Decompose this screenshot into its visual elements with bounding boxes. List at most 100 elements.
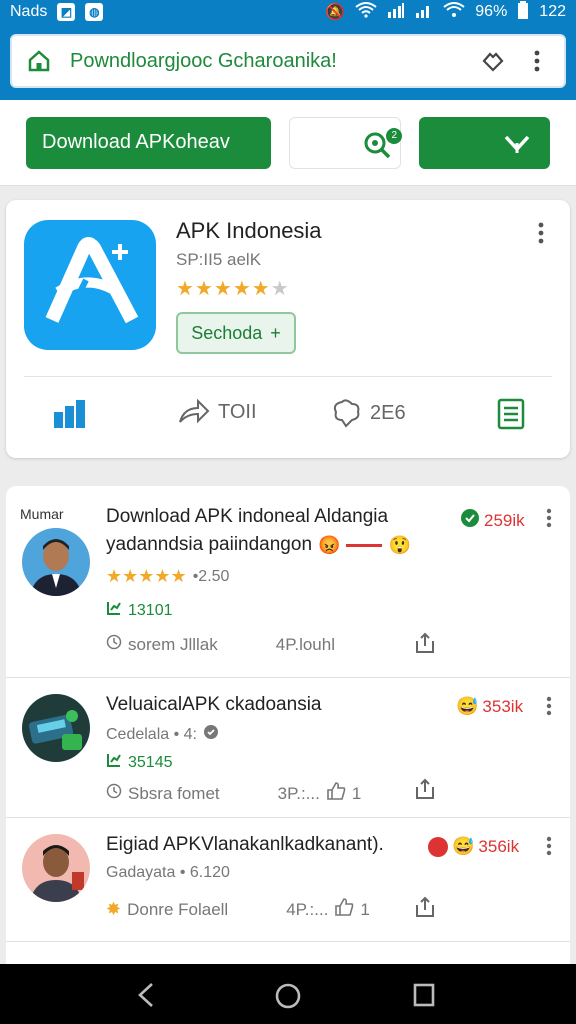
chart-icon bbox=[106, 600, 122, 621]
emoji-icon: 😅 bbox=[452, 836, 475, 856]
app-title: APK Indonesia bbox=[176, 218, 322, 243]
item-title-text: Eigiad APKVlanakanlkadkanant). bbox=[106, 834, 384, 855]
item-rating: ★★★★★ •2.50 bbox=[106, 566, 229, 587]
star-icon: ★ bbox=[194, 278, 214, 300]
download-apk-button[interactable]: Download APKoheav bbox=[26, 116, 272, 169]
stat-value: 35145 bbox=[128, 753, 173, 771]
star-icon: ★ bbox=[213, 278, 233, 300]
share-icon[interactable] bbox=[414, 778, 436, 805]
emoji-icon: 😡 bbox=[318, 534, 341, 555]
browser-menu-icon[interactable] bbox=[524, 50, 550, 72]
status-bar: Nads ◩ ◍ 🔕 96% 122 bbox=[0, 0, 576, 24]
item-title-line2[interactable]: yadanndsia paiindangon 😡 😲 bbox=[106, 534, 411, 556]
sun-icon: ✸ bbox=[106, 899, 122, 919]
status-left-text: Nads bbox=[10, 3, 48, 20]
install-button[interactable]: Sechoda + bbox=[176, 312, 296, 354]
like-count: 1 bbox=[360, 899, 370, 919]
like-icon[interactable] bbox=[334, 898, 354, 921]
avatar bbox=[22, 528, 90, 596]
avatar bbox=[22, 694, 90, 762]
clock: 122 bbox=[539, 3, 566, 20]
clock-icon bbox=[106, 634, 122, 655]
home-icon[interactable] bbox=[26, 49, 52, 73]
item-meta: Gadayata • 6.120 bbox=[106, 864, 230, 882]
share-icon[interactable] bbox=[414, 632, 436, 659]
wifi-icon bbox=[355, 1, 377, 23]
avatar bbox=[22, 834, 90, 902]
app-menu-icon[interactable] bbox=[538, 222, 544, 248]
app-notification-icon: ◍ bbox=[85, 3, 104, 21]
meta-text: Gadayata • 6.120 bbox=[106, 864, 230, 881]
item-footer: sorem Jlllak 4P.louhl bbox=[106, 634, 335, 655]
chat-icon bbox=[460, 508, 480, 533]
footer-source: sorem Jlllak bbox=[128, 634, 218, 654]
rating-stars: ★★★★★ bbox=[106, 566, 187, 586]
share-icon bbox=[179, 398, 210, 424]
feed-list: Mumar Download APK indoneal Aldangia yad… bbox=[6, 486, 570, 964]
app-logo bbox=[24, 220, 156, 350]
dropdown-button[interactable] bbox=[419, 116, 550, 169]
dash-line bbox=[346, 543, 383, 547]
feed-header: Mumar bbox=[20, 506, 64, 522]
item-title[interactable]: Eigiad APKVlanakanlkadkanant). bbox=[106, 834, 384, 856]
system-nav-bar bbox=[0, 964, 576, 1024]
list-item[interactable]: Eigiad APKVlanakanlkadkanant). Gadayata … bbox=[6, 818, 570, 942]
item-menu-icon[interactable] bbox=[546, 508, 552, 532]
url-field[interactable]: Powndloargjooc Gcharoanika! bbox=[10, 34, 566, 88]
browser-bar: Powndloargjooc Gcharoanika! bbox=[0, 24, 576, 100]
app-rating-stars: ★★★★★★ bbox=[176, 276, 290, 301]
emoji-icon: 😲 bbox=[388, 534, 411, 555]
item-meta: Cedelala • 4: bbox=[106, 724, 219, 745]
item-menu-icon[interactable] bbox=[546, 696, 552, 720]
red-dot-icon bbox=[428, 836, 448, 857]
battery-icon bbox=[517, 0, 529, 24]
install-label: Sechoda bbox=[191, 322, 263, 343]
url-text[interactable]: Powndloargjooc Gcharoanika! bbox=[70, 50, 462, 73]
thumbs-up-icon bbox=[54, 400, 85, 428]
notification-icon: ◩ bbox=[57, 3, 76, 21]
react-button[interactable]: 2E6 bbox=[330, 398, 406, 428]
chart-icon bbox=[106, 752, 122, 773]
list-item[interactable]: Mumar Download APK indoneal Aldangia yad… bbox=[6, 486, 570, 678]
home-circle-icon[interactable] bbox=[274, 982, 302, 1015]
share-label: TOII bbox=[218, 400, 257, 423]
item-title[interactable]: Download APK indoneal Aldangia bbox=[106, 506, 388, 528]
badge-icon bbox=[203, 724, 219, 745]
back-icon[interactable] bbox=[134, 982, 158, 1013]
list-item[interactable]: VeluaicalAPK ckadoansia Cedelala • 4: 35… bbox=[6, 678, 570, 818]
item-stat: 13101 bbox=[106, 600, 173, 621]
battery-percent: 96% bbox=[475, 3, 508, 20]
item-title-text: yadanndsia paiindangon bbox=[106, 534, 313, 555]
details-button[interactable] bbox=[496, 398, 526, 430]
footer-meta: 4P.:... bbox=[286, 899, 329, 919]
meta-text: Cedelala • 4: bbox=[106, 725, 197, 743]
share-icon[interactable] bbox=[414, 896, 436, 923]
star-empty-icon: ★ bbox=[270, 278, 290, 300]
bookmark-icon[interactable] bbox=[480, 49, 506, 73]
footer-source: Donre Folaell bbox=[127, 899, 229, 919]
footer-meta: 3P.:... bbox=[277, 783, 320, 803]
item-stat: 35145 bbox=[106, 752, 173, 773]
recents-icon[interactable] bbox=[412, 982, 436, 1013]
star-icon: ★ bbox=[232, 278, 252, 300]
like-icon[interactable] bbox=[326, 782, 346, 805]
item-title[interactable]: VeluaicalAPK ckadoansia bbox=[106, 694, 321, 716]
search-button[interactable]: 2 bbox=[289, 116, 403, 169]
signal-icon bbox=[387, 2, 405, 23]
react-count: 2E6 bbox=[370, 401, 406, 424]
rating-text: •2.50 bbox=[192, 567, 230, 585]
chevron-down-icon bbox=[504, 135, 530, 153]
stat-value: 13101 bbox=[128, 601, 173, 619]
signal-icon-2 bbox=[415, 2, 433, 23]
app-actions: TOII 2E6 bbox=[6, 390, 570, 440]
action-toolbar: Download APKoheav 2 bbox=[0, 100, 576, 186]
star-icon: ★ bbox=[176, 278, 195, 300]
share-button[interactable]: TOII bbox=[178, 398, 257, 426]
app-card[interactable]: APK Indonesia SP:II5 aelK ★★★★★★ Sechoda… bbox=[6, 200, 570, 458]
like-button[interactable] bbox=[52, 398, 88, 430]
item-menu-icon[interactable] bbox=[546, 836, 552, 860]
reaction-count: 😅 356ik bbox=[428, 836, 519, 857]
footer-meta: 4P.louhl bbox=[275, 634, 335, 654]
count-value: 353ik bbox=[482, 696, 524, 716]
count-value: 259ik bbox=[484, 510, 525, 530]
